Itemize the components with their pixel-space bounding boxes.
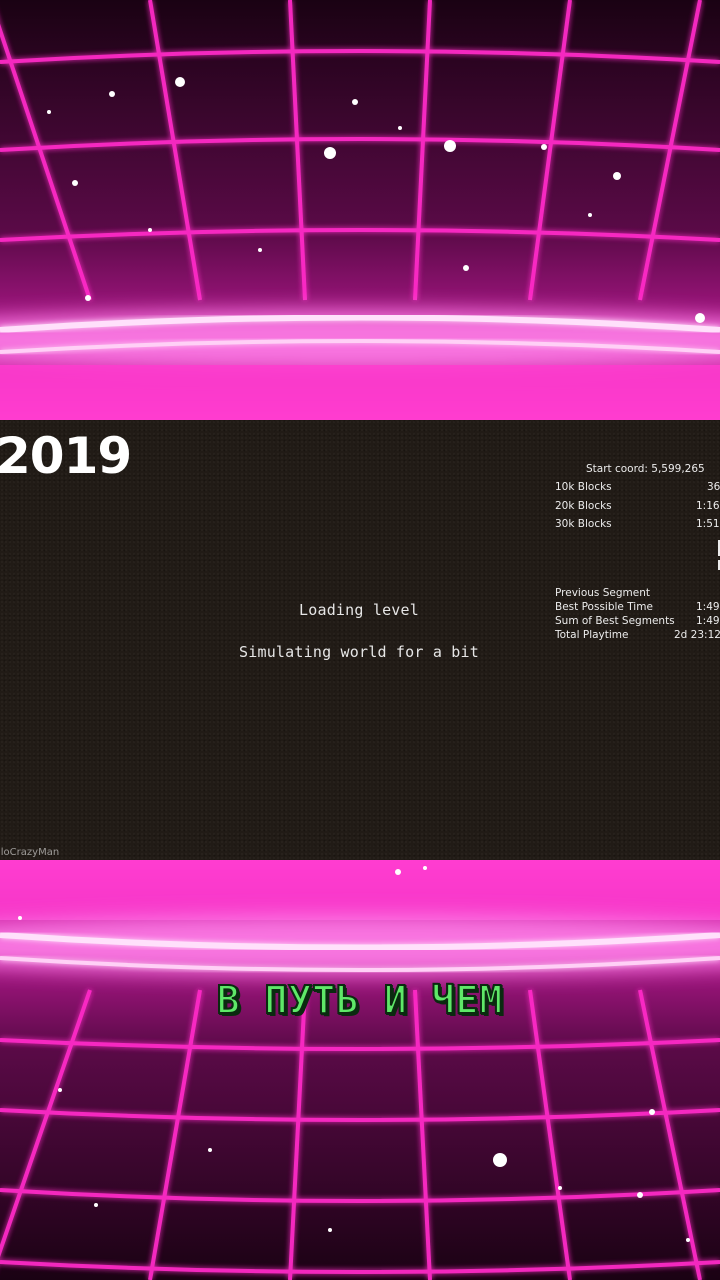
stat-label: Previous Segment [555, 586, 650, 599]
speedrun-timer: Start coord: 5,599,265 10k Blocks 36 20k… [552, 460, 720, 642]
split-time: 1:51 [696, 518, 720, 530]
timer-main-display [552, 534, 720, 586]
split-row: 30k Blocks 1:51 [552, 515, 720, 534]
stat-row: Previous Segment [552, 586, 720, 600]
split-time: 36 [707, 481, 720, 493]
video-frame: 2019 Loading level Simulating world for … [0, 0, 720, 1280]
stat-label: Total Playtime [555, 628, 629, 641]
loading-subtitle: Simulating world for a bit [239, 643, 479, 661]
stat-label: Best Possible Time [555, 600, 653, 613]
split-row: 20k Blocks 1:16 [552, 497, 720, 516]
stat-value: 1:49 [696, 614, 720, 627]
channel-watermark: lloCrazyMan [0, 847, 60, 858]
stat-row: Best Possible Time 1:49 [552, 600, 720, 614]
stat-label: Sum of Best Segments [555, 614, 675, 627]
year-label: 2019 [0, 427, 132, 485]
split-time: 1:16 [696, 499, 720, 512]
stat-row: Total Playtime 2d 23:12 [552, 628, 720, 642]
stat-value: 1:49 [696, 600, 720, 613]
split-label: 30k Blocks [555, 518, 612, 530]
split-label: 20k Blocks [555, 499, 612, 512]
start-coord: Start coord: 5,599,265 [586, 463, 705, 475]
split-label: 10k Blocks [555, 481, 612, 493]
split-row: 10k Blocks 36 [552, 478, 720, 497]
stat-row: Sum of Best Segments 1:49 [552, 614, 720, 628]
stat-value: 2d 23:12 [674, 628, 720, 641]
subtitle-caption: В ПУТЬ И ЧЕМ [216, 977, 504, 1023]
game-loading-screen: 2019 Loading level Simulating world for … [0, 420, 720, 860]
